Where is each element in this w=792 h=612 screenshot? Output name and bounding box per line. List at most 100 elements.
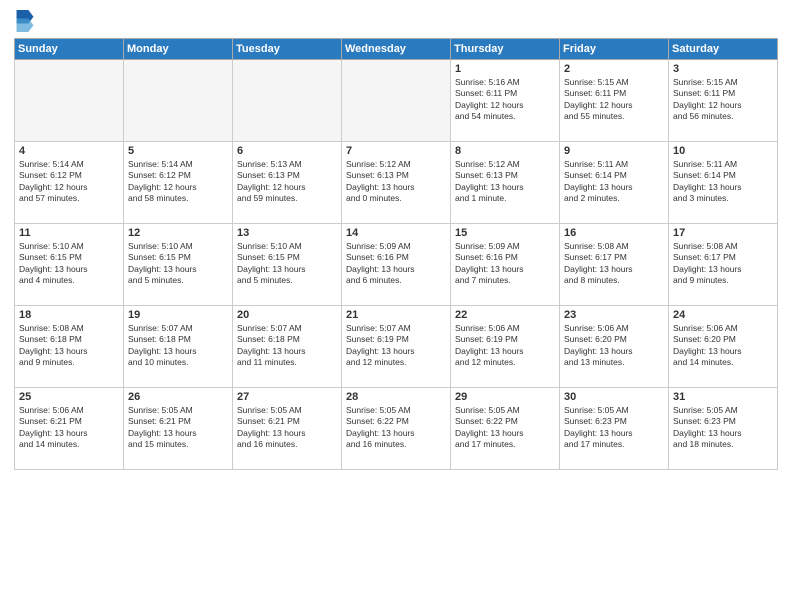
calendar-day-cell: 14 Sunrise: 5:09 AM Sunset: 6:16 PM Dayli… — [342, 224, 451, 306]
day-info: Sunrise: 5:06 AM Sunset: 6:19 PM Dayligh… — [455, 323, 555, 369]
day-info: Sunrise: 5:05 AM Sunset: 6:23 PM Dayligh… — [564, 405, 664, 451]
calendar-day-cell: 25 Sunrise: 5:06 AM Sunset: 6:21 PM Dayli… — [15, 388, 124, 470]
day-info: Sunrise: 5:05 AM Sunset: 6:21 PM Dayligh… — [128, 405, 228, 451]
calendar-week-row: 4 Sunrise: 5:14 AM Sunset: 6:12 PM Daylig… — [15, 142, 778, 224]
day-number: 22 — [455, 309, 555, 321]
day-info: Sunrise: 5:07 AM Sunset: 6:18 PM Dayligh… — [128, 323, 228, 369]
day-info: Sunrise: 5:06 AM Sunset: 6:20 PM Dayligh… — [564, 323, 664, 369]
day-number: 14 — [346, 227, 446, 239]
calendar-day-cell: 3 Sunrise: 5:15 AM Sunset: 6:11 PM Daylig… — [669, 60, 778, 142]
day-number: 30 — [564, 391, 664, 403]
calendar-day-cell: 8 Sunrise: 5:12 AM Sunset: 6:13 PM Daylig… — [451, 142, 560, 224]
day-info: Sunrise: 5:10 AM Sunset: 6:15 PM Dayligh… — [237, 241, 337, 287]
calendar-day-cell: 1 Sunrise: 5:16 AM Sunset: 6:11 PM Daylig… — [451, 60, 560, 142]
calendar-day-cell: 16 Sunrise: 5:08 AM Sunset: 6:17 PM Dayli… — [560, 224, 669, 306]
calendar-day-cell: 11 Sunrise: 5:10 AM Sunset: 6:15 PM Dayli… — [15, 224, 124, 306]
weekday-header: Friday — [560, 39, 669, 60]
day-info: Sunrise: 5:14 AM Sunset: 6:12 PM Dayligh… — [19, 159, 119, 205]
day-info: Sunrise: 5:09 AM Sunset: 6:16 PM Dayligh… — [346, 241, 446, 287]
day-info: Sunrise: 5:15 AM Sunset: 6:11 PM Dayligh… — [673, 77, 773, 123]
weekday-header: Monday — [124, 39, 233, 60]
calendar-day-cell: 30 Sunrise: 5:05 AM Sunset: 6:23 PM Dayli… — [560, 388, 669, 470]
logo-icon — [16, 10, 34, 32]
page: SundayMondayTuesdayWednesdayThursdayFrid… — [0, 0, 792, 612]
day-number: 2 — [564, 63, 664, 75]
day-info: Sunrise: 5:11 AM Sunset: 6:14 PM Dayligh… — [564, 159, 664, 205]
weekday-header: Sunday — [15, 39, 124, 60]
day-number: 27 — [237, 391, 337, 403]
day-info: Sunrise: 5:07 AM Sunset: 6:19 PM Dayligh… — [346, 323, 446, 369]
calendar-day-cell: 7Sunrise: 5:12 AM Sunset: 6:13 PM Daylig… — [342, 142, 451, 224]
day-number: 11 — [19, 227, 119, 239]
calendar-day-cell: 26 Sunrise: 5:05 AM Sunset: 6:21 PM Dayli… — [124, 388, 233, 470]
day-info: Sunrise: 5:08 AM Sunset: 6:17 PM Dayligh… — [673, 241, 773, 287]
day-number: 29 — [455, 391, 555, 403]
day-number: 4 — [19, 145, 119, 157]
day-info: Sunrise: 5:10 AM Sunset: 6:15 PM Dayligh… — [19, 241, 119, 287]
calendar-day-cell: 19 Sunrise: 5:07 AM Sunset: 6:18 PM Dayli… — [124, 306, 233, 388]
weekday-header-row: SundayMondayTuesdayWednesdayThursdayFrid… — [15, 39, 778, 60]
day-number: 1 — [455, 63, 555, 75]
calendar: SundayMondayTuesdayWednesdayThursdayFrid… — [14, 38, 778, 470]
calendar-day-cell — [233, 60, 342, 142]
day-info: Sunrise: 5:16 AM Sunset: 6:11 PM Dayligh… — [455, 77, 555, 123]
calendar-day-cell: 15 Sunrise: 5:09 AM Sunset: 6:16 PM Dayli… — [451, 224, 560, 306]
day-info: Sunrise: 5:05 AM Sunset: 6:22 PM Dayligh… — [455, 405, 555, 451]
day-number: 23 — [564, 309, 664, 321]
calendar-day-cell: 22 Sunrise: 5:06 AM Sunset: 6:19 PM Dayli… — [451, 306, 560, 388]
day-info: Sunrise: 5:10 AM Sunset: 6:15 PM Dayligh… — [128, 241, 228, 287]
day-info: Sunrise: 5:08 AM Sunset: 6:18 PM Dayligh… — [19, 323, 119, 369]
calendar-day-cell: 24 Sunrise: 5:06 AM Sunset: 6:20 PM Dayli… — [669, 306, 778, 388]
calendar-day-cell: 9 Sunrise: 5:11 AM Sunset: 6:14 PM Daylig… — [560, 142, 669, 224]
day-info: Sunrise: 5:06 AM Sunset: 6:21 PM Dayligh… — [19, 405, 119, 451]
day-number: 10 — [673, 145, 773, 157]
day-info: Sunrise: 5:07 AM Sunset: 6:18 PM Dayligh… — [237, 323, 337, 369]
day-info: Sunrise: 5:11 AM Sunset: 6:14 PM Dayligh… — [673, 159, 773, 205]
calendar-day-cell: 6Sunrise: 5:13 AM Sunset: 6:13 PM Daylig… — [233, 142, 342, 224]
day-number: 26 — [128, 391, 228, 403]
day-info: Sunrise: 5:08 AM Sunset: 6:17 PM Dayligh… — [564, 241, 664, 287]
day-info: Sunrise: 5:15 AM Sunset: 6:11 PM Dayligh… — [564, 77, 664, 123]
calendar-day-cell: 18 Sunrise: 5:08 AM Sunset: 6:18 PM Dayli… — [15, 306, 124, 388]
day-info: Sunrise: 5:05 AM Sunset: 6:22 PM Dayligh… — [346, 405, 446, 451]
calendar-day-cell — [342, 60, 451, 142]
calendar-day-cell: 31Sunrise: 5:05 AM Sunset: 6:23 PM Dayli… — [669, 388, 778, 470]
weekday-header: Wednesday — [342, 39, 451, 60]
day-number: 17 — [673, 227, 773, 239]
day-number: 12 — [128, 227, 228, 239]
day-number: 21 — [346, 309, 446, 321]
day-number: 28 — [346, 391, 446, 403]
day-info: Sunrise: 5:06 AM Sunset: 6:20 PM Dayligh… — [673, 323, 773, 369]
calendar-day-cell: 13 Sunrise: 5:10 AM Sunset: 6:15 PM Dayli… — [233, 224, 342, 306]
calendar-day-cell: 20 Sunrise: 5:07 AM Sunset: 6:18 PM Dayli… — [233, 306, 342, 388]
calendar-day-cell: 17 Sunrise: 5:08 AM Sunset: 6:17 PM Dayli… — [669, 224, 778, 306]
day-number: 5 — [128, 145, 228, 157]
calendar-day-cell: 5Sunrise: 5:14 AM Sunset: 6:12 PM Daylig… — [124, 142, 233, 224]
day-number: 9 — [564, 145, 664, 157]
day-number: 3 — [673, 63, 773, 75]
day-info: Sunrise: 5:09 AM Sunset: 6:16 PM Dayligh… — [455, 241, 555, 287]
day-number: 19 — [128, 309, 228, 321]
day-number: 25 — [19, 391, 119, 403]
day-number: 31 — [673, 391, 773, 403]
day-number: 18 — [19, 309, 119, 321]
logo — [14, 10, 34, 32]
weekday-header: Thursday — [451, 39, 560, 60]
day-number: 7 — [346, 145, 446, 157]
weekday-header: Saturday — [669, 39, 778, 60]
day-number: 15 — [455, 227, 555, 239]
day-number: 24 — [673, 309, 773, 321]
calendar-week-row: 25 Sunrise: 5:06 AM Sunset: 6:21 PM Dayli… — [15, 388, 778, 470]
calendar-day-cell: 27 Sunrise: 5:05 AM Sunset: 6:21 PM Dayli… — [233, 388, 342, 470]
weekday-header: Tuesday — [233, 39, 342, 60]
day-info: Sunrise: 5:13 AM Sunset: 6:13 PM Dayligh… — [237, 159, 337, 205]
header — [14, 10, 778, 32]
day-info: Sunrise: 5:05 AM Sunset: 6:21 PM Dayligh… — [237, 405, 337, 451]
day-number: 13 — [237, 227, 337, 239]
calendar-day-cell: 21 Sunrise: 5:07 AM Sunset: 6:19 PM Dayli… — [342, 306, 451, 388]
calendar-day-cell: 23 Sunrise: 5:06 AM Sunset: 6:20 PM Dayli… — [560, 306, 669, 388]
day-number: 8 — [455, 145, 555, 157]
day-number: 16 — [564, 227, 664, 239]
day-info: Sunrise: 5:12 AM Sunset: 6:13 PM Dayligh… — [455, 159, 555, 205]
day-number: 20 — [237, 309, 337, 321]
